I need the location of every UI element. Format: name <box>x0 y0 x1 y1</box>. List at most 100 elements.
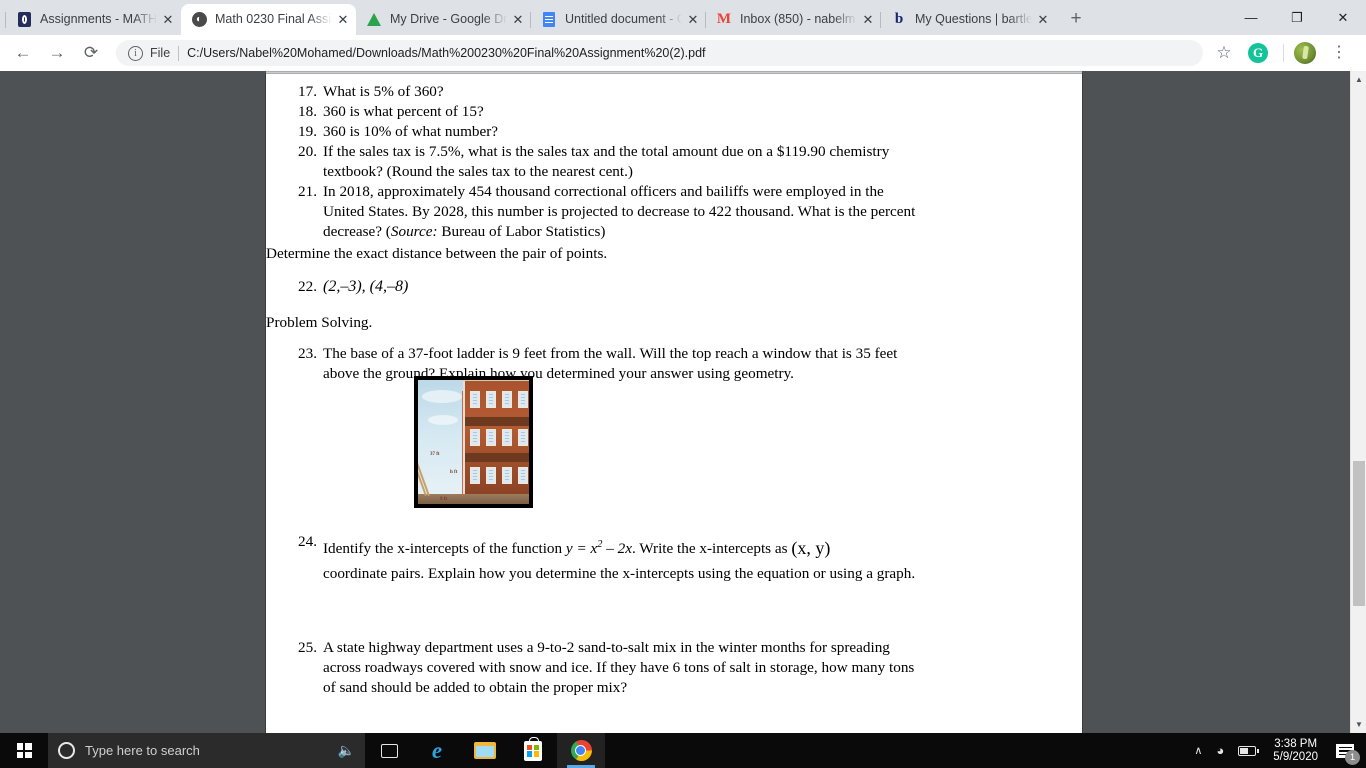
vertical-scrollbar[interactable]: ▲ ▼ <box>1350 71 1366 733</box>
window-pane <box>502 429 512 446</box>
chrome-menu-icon[interactable]: ⋮ <box>1324 38 1354 68</box>
toolbar-right-group: ☆ G ⋮ <box>1209 38 1358 68</box>
window-pane <box>518 391 528 408</box>
tab-close-icon[interactable]: ✕ <box>509 11 527 29</box>
source-rest: Bureau of Labor Statistics) <box>437 223 606 240</box>
omnibox-divider <box>178 45 180 61</box>
cloud-shape <box>422 390 462 403</box>
tab-math-0230-final-assignment[interactable]: ◐ Math 0230 Final Assign ✕ <box>181 4 356 35</box>
page-info-icon[interactable]: i <box>128 45 143 61</box>
window-pane <box>470 429 480 446</box>
search-placeholder: Type here to search <box>85 743 200 758</box>
tab-untitled-document[interactable]: Untitled document - Go ✕ <box>530 4 706 35</box>
close-window-button[interactable]: ✕ <box>1320 0 1366 35</box>
action-center-icon[interactable]: 1 <box>1328 733 1362 768</box>
grammarly-extension-icon[interactable]: G <box>1243 38 1273 68</box>
new-tab-button[interactable]: + <box>1062 5 1090 33</box>
tab-close-icon[interactable]: ✕ <box>159 11 177 29</box>
ladder-against-building-figure: 37 ft h ft 9 ft <box>414 376 533 508</box>
google-chrome-icon[interactable] <box>557 733 605 768</box>
clock-date: 5/9/2020 <box>1273 750 1318 763</box>
ground-strip <box>418 494 529 504</box>
clock[interactable]: 3:38 PM 5/9/2020 <box>1263 738 1328 764</box>
q24-part3: coordinate pairs. Explain how you determ… <box>323 565 916 583</box>
bookmark-star-icon[interactable]: ☆ <box>1209 38 1239 68</box>
chrome-browser-window: Assignments - MATH 02 ✕ ◐ Math 0230 Fina… <box>0 0 1366 733</box>
maximize-button[interactable]: ❐ <box>1274 0 1320 35</box>
list-item: 20. If the sales tax is 7.5%, what is th… <box>291 142 916 182</box>
q24-part2: . Write the x-intercepts as <box>631 540 792 558</box>
window-pane <box>518 467 528 484</box>
taskbar-search-input[interactable]: Type here to search 🔈 <box>48 733 365 768</box>
taskbar-app-icons: e <box>365 733 605 768</box>
height-marker <box>462 391 463 496</box>
window-pane <box>518 429 528 446</box>
tab-assignments-math[interactable]: Assignments - MATH 02 ✕ <box>5 4 181 35</box>
reload-button[interactable]: ⟳ <box>76 38 106 68</box>
list-item: 17. What is 5% of 360? <box>291 82 916 102</box>
figure-label-hypotenuse: 37 ft <box>430 452 440 457</box>
microsoft-edge-icon[interactable]: e <box>413 733 461 768</box>
pdf-viewer: 17. What is 5% of 360? 18. 360 is what p… <box>0 71 1366 733</box>
tab-close-icon[interactable]: ✕ <box>334 11 352 29</box>
gmail-icon: M <box>716 11 732 27</box>
scroll-up-arrow-icon[interactable]: ▲ <box>1351 71 1366 88</box>
show-hidden-icons-chevron-icon[interactable]: ∧ <box>1187 744 1209 757</box>
q24-equation: y = x2 – 2x <box>565 539 632 558</box>
address-bar[interactable]: i File C:/Users/Nabel%20Mohamed/Download… <box>116 40 1203 66</box>
cortana-icon <box>58 742 75 759</box>
back-button[interactable]: ← <box>8 38 38 68</box>
item-text: Identify the x-intercepts of the functio… <box>317 532 916 586</box>
tab-bartleby-my-questions[interactable]: b My Questions | bartleby ✕ <box>880 4 1056 35</box>
google-docs-icon <box>541 12 557 28</box>
list-item: 18. 360 is what percent of 15? <box>291 102 916 122</box>
building-floor-band <box>465 453 529 462</box>
tab-close-icon[interactable]: ✕ <box>859 11 877 29</box>
start-button[interactable] <box>0 733 48 768</box>
question-24: 24. Identify the x-intercepts of the fun… <box>291 532 916 586</box>
tab-title: My Drive - Google Drive <box>390 12 507 26</box>
window-pane <box>502 391 512 408</box>
list-item: 19. 360 is 10% of what number? <box>291 122 916 142</box>
item-text: What is 5% of 360? <box>323 83 444 100</box>
building-left-wall <box>463 381 465 496</box>
windows-logo-icon <box>16 743 32 758</box>
question-list-17-21: 17. What is 5% of 360? 18. 360 is what p… <box>291 82 916 242</box>
forward-button[interactable]: → <box>42 38 72 68</box>
window-pane <box>486 429 496 446</box>
tab-my-drive-google-drive[interactable]: My Drive - Google Drive ✕ <box>356 4 531 35</box>
task-view-icon[interactable] <box>365 733 413 768</box>
file-explorer-icon[interactable] <box>461 733 509 768</box>
tab-close-icon[interactable]: ✕ <box>684 11 702 29</box>
item-number: 24. <box>298 533 317 550</box>
globe-icon: ◐ <box>191 12 207 28</box>
item-text: In 2018, approximately 454 thousand corr… <box>323 183 916 240</box>
system-tray: ∧ ◕ 3:38 PM 5/9/2020 1 <box>1187 733 1366 768</box>
list-item: 21. In 2018, approximately 454 thousand … <box>291 182 916 242</box>
item-number: 17. <box>298 83 317 100</box>
tab-gmail-inbox[interactable]: M Inbox (850) - nabelm19 ✕ <box>705 4 881 35</box>
microphone-icon[interactable]: 🔈 <box>338 742 355 759</box>
battery-icon[interactable] <box>1231 745 1263 756</box>
window-pane <box>486 391 496 408</box>
profile-avatar[interactable] <box>1290 38 1320 68</box>
window-pane <box>502 467 512 484</box>
minimize-button[interactable]: — <box>1228 0 1274 35</box>
wifi-icon[interactable]: ◕ <box>1209 743 1231 758</box>
scroll-down-arrow-icon[interactable]: ▼ <box>1351 716 1366 733</box>
tab-close-icon[interactable]: ✕ <box>1034 11 1052 29</box>
tab-title: Inbox (850) - nabelm19 <box>740 12 857 26</box>
scrollbar-thumb[interactable] <box>1353 461 1365 606</box>
q24-part1: Identify the x-intercepts of the functio… <box>323 540 566 558</box>
q24-coordinate-pair: (x, y) <box>791 538 831 559</box>
tab-title: Math 0230 Final Assign <box>215 12 332 26</box>
item-number: 20. <box>298 143 317 160</box>
window-pane <box>470 391 480 408</box>
item-number: 22. <box>298 278 317 295</box>
file-scheme-label: File <box>150 46 171 60</box>
source-italic: Source: <box>390 223 438 240</box>
item-number: 23. <box>298 345 317 362</box>
item-text: If the sales tax is 7.5%, what is the sa… <box>323 143 890 180</box>
microsoft-store-icon[interactable] <box>509 733 557 768</box>
clock-time: 3:38 PM <box>1274 737 1318 750</box>
